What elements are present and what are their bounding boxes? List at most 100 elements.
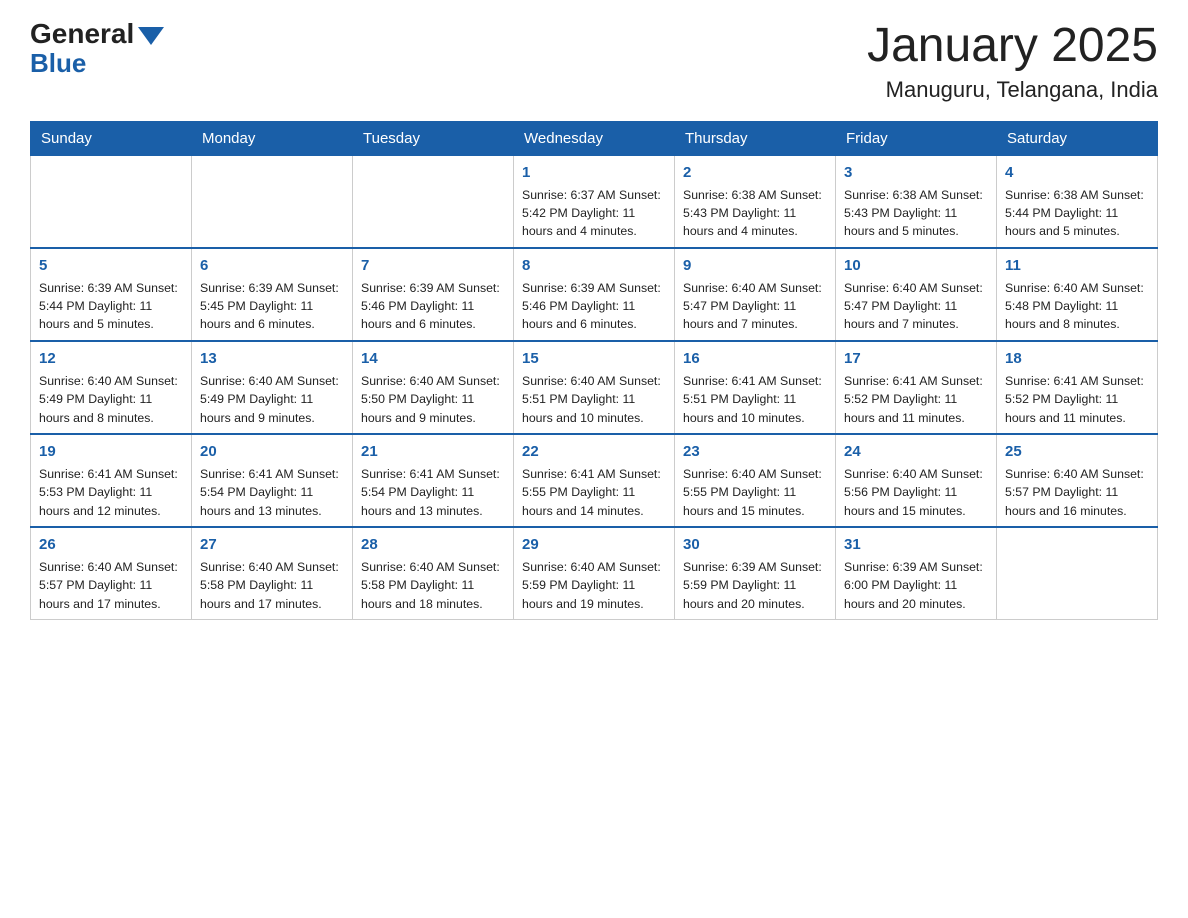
logo-blue-text: Blue (30, 50, 86, 76)
calendar-cell: 5Sunrise: 6:39 AM Sunset: 5:44 PM Daylig… (31, 248, 192, 341)
calendar-cell: 27Sunrise: 6:40 AM Sunset: 5:58 PM Dayli… (192, 527, 353, 620)
calendar-cell: 15Sunrise: 6:40 AM Sunset: 5:51 PM Dayli… (514, 341, 675, 434)
day-info: Sunrise: 6:40 AM Sunset: 5:48 PM Dayligh… (1005, 279, 1149, 334)
calendar-cell: 9Sunrise: 6:40 AM Sunset: 5:47 PM Daylig… (675, 248, 836, 341)
day-info: Sunrise: 6:41 AM Sunset: 5:55 PM Dayligh… (522, 465, 666, 520)
calendar-cell: 20Sunrise: 6:41 AM Sunset: 5:54 PM Dayli… (192, 434, 353, 527)
day-info: Sunrise: 6:41 AM Sunset: 5:51 PM Dayligh… (683, 372, 827, 427)
day-info: Sunrise: 6:37 AM Sunset: 5:42 PM Dayligh… (522, 186, 666, 241)
day-number: 19 (39, 441, 183, 463)
day-number: 31 (844, 534, 988, 556)
calendar-cell (31, 155, 192, 248)
calendar-cell: 12Sunrise: 6:40 AM Sunset: 5:49 PM Dayli… (31, 341, 192, 434)
header-thursday: Thursday (675, 121, 836, 155)
day-number: 2 (683, 162, 827, 184)
day-info: Sunrise: 6:41 AM Sunset: 5:54 PM Dayligh… (361, 465, 505, 520)
header-saturday: Saturday (997, 121, 1158, 155)
day-number: 7 (361, 255, 505, 277)
calendar-cell: 3Sunrise: 6:38 AM Sunset: 5:43 PM Daylig… (836, 155, 997, 248)
day-info: Sunrise: 6:39 AM Sunset: 5:44 PM Dayligh… (39, 279, 183, 334)
day-info: Sunrise: 6:40 AM Sunset: 5:51 PM Dayligh… (522, 372, 666, 427)
day-number: 9 (683, 255, 827, 277)
calendar-cell: 18Sunrise: 6:41 AM Sunset: 5:52 PM Dayli… (997, 341, 1158, 434)
calendar-cell: 16Sunrise: 6:41 AM Sunset: 5:51 PM Dayli… (675, 341, 836, 434)
day-number: 29 (522, 534, 666, 556)
day-info: Sunrise: 6:40 AM Sunset: 5:47 PM Dayligh… (683, 279, 827, 334)
day-number: 11 (1005, 255, 1149, 277)
day-info: Sunrise: 6:40 AM Sunset: 5:58 PM Dayligh… (200, 558, 344, 613)
header-monday: Monday (192, 121, 353, 155)
day-info: Sunrise: 6:40 AM Sunset: 5:57 PM Dayligh… (1005, 465, 1149, 520)
day-info: Sunrise: 6:40 AM Sunset: 5:57 PM Dayligh… (39, 558, 183, 613)
day-number: 23 (683, 441, 827, 463)
calendar-cell: 17Sunrise: 6:41 AM Sunset: 5:52 PM Dayli… (836, 341, 997, 434)
day-number: 27 (200, 534, 344, 556)
day-info: Sunrise: 6:40 AM Sunset: 5:56 PM Dayligh… (844, 465, 988, 520)
day-info: Sunrise: 6:41 AM Sunset: 5:53 PM Dayligh… (39, 465, 183, 520)
day-number: 25 (1005, 441, 1149, 463)
day-number: 13 (200, 348, 344, 370)
calendar-header-row: SundayMondayTuesdayWednesdayThursdayFrid… (31, 121, 1158, 155)
calendar-cell: 4Sunrise: 6:38 AM Sunset: 5:44 PM Daylig… (997, 155, 1158, 248)
day-info: Sunrise: 6:39 AM Sunset: 5:59 PM Dayligh… (683, 558, 827, 613)
day-info: Sunrise: 6:41 AM Sunset: 5:52 PM Dayligh… (844, 372, 988, 427)
day-info: Sunrise: 6:38 AM Sunset: 5:43 PM Dayligh… (683, 186, 827, 241)
day-number: 12 (39, 348, 183, 370)
calendar-cell: 22Sunrise: 6:41 AM Sunset: 5:55 PM Dayli… (514, 434, 675, 527)
day-number: 20 (200, 441, 344, 463)
calendar-cell: 7Sunrise: 6:39 AM Sunset: 5:46 PM Daylig… (353, 248, 514, 341)
day-info: Sunrise: 6:40 AM Sunset: 5:49 PM Dayligh… (39, 372, 183, 427)
header-sunday: Sunday (31, 121, 192, 155)
day-info: Sunrise: 6:40 AM Sunset: 5:58 PM Dayligh… (361, 558, 505, 613)
title-block: January 2025 Manuguru, Telangana, India (867, 20, 1158, 103)
calendar-cell: 23Sunrise: 6:40 AM Sunset: 5:55 PM Dayli… (675, 434, 836, 527)
calendar-cell: 19Sunrise: 6:41 AM Sunset: 5:53 PM Dayli… (31, 434, 192, 527)
calendar-subtitle: Manuguru, Telangana, India (867, 77, 1158, 103)
day-number: 22 (522, 441, 666, 463)
day-number: 28 (361, 534, 505, 556)
week-row-5: 26Sunrise: 6:40 AM Sunset: 5:57 PM Dayli… (31, 527, 1158, 620)
header-tuesday: Tuesday (353, 121, 514, 155)
day-number: 8 (522, 255, 666, 277)
calendar-title: January 2025 (867, 20, 1158, 73)
day-info: Sunrise: 6:39 AM Sunset: 5:46 PM Dayligh… (361, 279, 505, 334)
day-info: Sunrise: 6:40 AM Sunset: 5:49 PM Dayligh… (200, 372, 344, 427)
calendar-cell: 10Sunrise: 6:40 AM Sunset: 5:47 PM Dayli… (836, 248, 997, 341)
logo-general-text: General (30, 20, 134, 48)
day-number: 18 (1005, 348, 1149, 370)
calendar-cell (997, 527, 1158, 620)
calendar-cell: 21Sunrise: 6:41 AM Sunset: 5:54 PM Dayli… (353, 434, 514, 527)
day-info: Sunrise: 6:41 AM Sunset: 5:54 PM Dayligh… (200, 465, 344, 520)
calendar-cell: 26Sunrise: 6:40 AM Sunset: 5:57 PM Dayli… (31, 527, 192, 620)
day-number: 15 (522, 348, 666, 370)
day-number: 6 (200, 255, 344, 277)
day-info: Sunrise: 6:38 AM Sunset: 5:44 PM Dayligh… (1005, 186, 1149, 241)
day-number: 17 (844, 348, 988, 370)
day-info: Sunrise: 6:39 AM Sunset: 6:00 PM Dayligh… (844, 558, 988, 613)
calendar-cell (192, 155, 353, 248)
day-info: Sunrise: 6:39 AM Sunset: 5:45 PM Dayligh… (200, 279, 344, 334)
day-number: 30 (683, 534, 827, 556)
logo-general: General (30, 20, 164, 48)
calendar-cell: 14Sunrise: 6:40 AM Sunset: 5:50 PM Dayli… (353, 341, 514, 434)
day-number: 4 (1005, 162, 1149, 184)
week-row-2: 5Sunrise: 6:39 AM Sunset: 5:44 PM Daylig… (31, 248, 1158, 341)
logo-triangle-icon (138, 27, 164, 45)
day-number: 3 (844, 162, 988, 184)
week-row-4: 19Sunrise: 6:41 AM Sunset: 5:53 PM Dayli… (31, 434, 1158, 527)
day-number: 21 (361, 441, 505, 463)
calendar-cell: 25Sunrise: 6:40 AM Sunset: 5:57 PM Dayli… (997, 434, 1158, 527)
day-info: Sunrise: 6:40 AM Sunset: 5:50 PM Dayligh… (361, 372, 505, 427)
day-info: Sunrise: 6:38 AM Sunset: 5:43 PM Dayligh… (844, 186, 988, 241)
header-wednesday: Wednesday (514, 121, 675, 155)
day-info: Sunrise: 6:40 AM Sunset: 5:47 PM Dayligh… (844, 279, 988, 334)
calendar-cell (353, 155, 514, 248)
header-friday: Friday (836, 121, 997, 155)
calendar-cell: 28Sunrise: 6:40 AM Sunset: 5:58 PM Dayli… (353, 527, 514, 620)
calendar-cell: 1Sunrise: 6:37 AM Sunset: 5:42 PM Daylig… (514, 155, 675, 248)
calendar-cell: 6Sunrise: 6:39 AM Sunset: 5:45 PM Daylig… (192, 248, 353, 341)
calendar-cell: 24Sunrise: 6:40 AM Sunset: 5:56 PM Dayli… (836, 434, 997, 527)
day-info: Sunrise: 6:39 AM Sunset: 5:46 PM Dayligh… (522, 279, 666, 334)
day-info: Sunrise: 6:41 AM Sunset: 5:52 PM Dayligh… (1005, 372, 1149, 427)
day-info: Sunrise: 6:40 AM Sunset: 5:55 PM Dayligh… (683, 465, 827, 520)
